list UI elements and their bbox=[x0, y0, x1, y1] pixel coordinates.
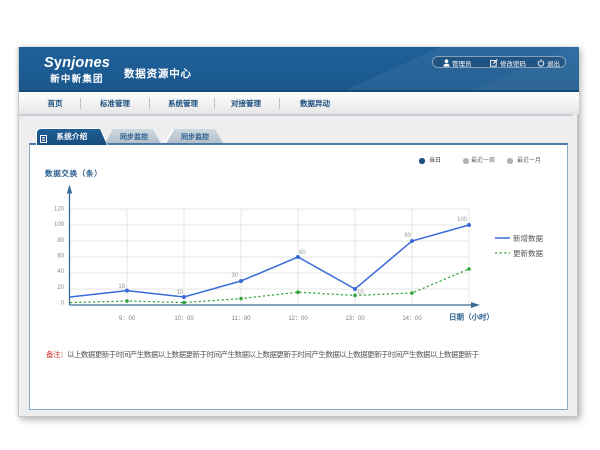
svg-text:100: 100 bbox=[457, 217, 468, 223]
svg-text:100: 100 bbox=[54, 222, 65, 228]
svg-text:10: 10 bbox=[357, 290, 364, 296]
svg-text:20: 20 bbox=[57, 285, 64, 291]
svg-text:0: 0 bbox=[61, 301, 65, 307]
svg-text:30: 30 bbox=[231, 273, 238, 279]
svg-text:60: 60 bbox=[57, 254, 64, 260]
svg-text:同步监控: 同步监控 bbox=[120, 132, 148, 141]
svg-text:12：00: 12：00 bbox=[288, 316, 308, 322]
svg-text:新增数据: 新增数据 bbox=[513, 233, 543, 243]
svg-text:60: 60 bbox=[299, 250, 306, 256]
svg-text:18: 18 bbox=[118, 284, 125, 290]
svg-text:14：00: 14：00 bbox=[402, 316, 422, 322]
svg-text:80: 80 bbox=[404, 233, 411, 239]
svg-text:9：00: 9：00 bbox=[119, 316, 136, 322]
svg-text:80: 80 bbox=[57, 238, 64, 244]
svg-text:40: 40 bbox=[57, 269, 64, 275]
svg-text:10：00: 10：00 bbox=[174, 316, 194, 322]
svg-text:更新数据: 更新数据 bbox=[513, 248, 543, 258]
svg-text:120: 120 bbox=[54, 207, 65, 213]
svg-text:10: 10 bbox=[176, 290, 183, 296]
svg-text:13：00: 13：00 bbox=[345, 316, 365, 322]
svg-text:11：00: 11：00 bbox=[232, 316, 252, 322]
svg-text:日期（小时）: 日期（小时） bbox=[449, 312, 494, 322]
svg-text:同步监控: 同步监控 bbox=[181, 132, 209, 141]
